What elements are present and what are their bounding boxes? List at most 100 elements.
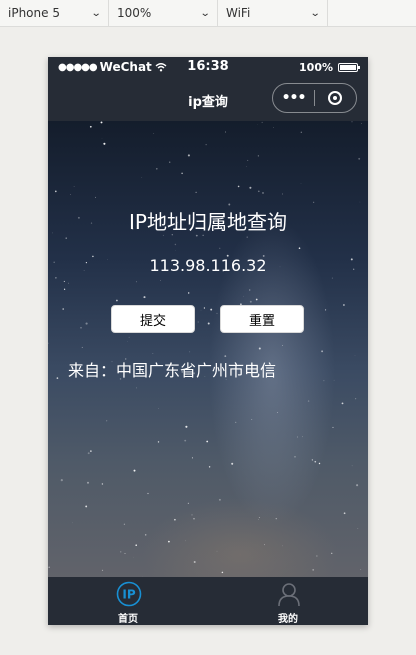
star	[184, 439, 187, 442]
star	[128, 336, 130, 338]
star	[195, 191, 197, 194]
star	[342, 304, 345, 306]
star	[95, 196, 96, 198]
star	[153, 133, 155, 134]
more-button[interactable]: •••	[273, 90, 314, 106]
star	[155, 167, 158, 170]
tab-home-label: 首页	[118, 614, 138, 625]
star	[225, 131, 226, 133]
star	[90, 450, 92, 452]
star	[258, 347, 261, 350]
star	[275, 518, 277, 520]
star	[181, 172, 183, 175]
star	[205, 144, 207, 146]
star	[101, 569, 104, 571]
star	[294, 455, 296, 458]
star	[70, 194, 71, 195]
capsule-menu: •••	[272, 83, 357, 113]
star	[80, 326, 82, 329]
star	[187, 502, 190, 504]
device-select-value: iPhone 5	[8, 6, 60, 20]
devtools-toolbar: iPhone 5 ⌄ 100% ⌄ WiFi ⌄	[0, 0, 416, 27]
star	[65, 237, 67, 239]
star	[231, 462, 234, 465]
star	[81, 346, 83, 348]
star	[141, 177, 143, 178]
star	[116, 299, 118, 302]
star	[313, 201, 315, 203]
star	[101, 483, 104, 485]
star	[174, 243, 177, 246]
star	[261, 121, 263, 123]
submit-button[interactable]: 提交	[111, 305, 195, 333]
star	[85, 322, 88, 325]
star	[72, 522, 73, 524]
star	[333, 379, 335, 381]
star	[237, 185, 240, 188]
chevron-down-icon: ⌄	[199, 7, 211, 19]
star	[63, 280, 65, 282]
star	[276, 412, 278, 413]
zoom-select[interactable]: 100% ⌄	[109, 0, 218, 26]
star	[325, 309, 327, 311]
device-select[interactable]: iPhone 5 ⌄	[0, 0, 109, 26]
star	[251, 419, 253, 420]
star	[152, 353, 154, 354]
star	[356, 484, 359, 487]
star	[208, 466, 211, 468]
star	[158, 408, 159, 409]
star	[249, 300, 252, 303]
star	[193, 561, 196, 563]
status-bar: ●●●●● WeChat 16:38 100%	[48, 57, 368, 79]
star	[258, 517, 260, 518]
star	[55, 277, 57, 279]
star	[281, 344, 283, 346]
star	[246, 236, 248, 238]
star	[207, 322, 210, 325]
battery-percent: 100%	[299, 61, 333, 74]
star	[351, 121, 353, 123]
star	[103, 142, 106, 145]
star	[193, 518, 195, 520]
star	[147, 492, 149, 495]
star	[197, 321, 199, 323]
starry-sky-background	[48, 121, 362, 577]
star	[316, 555, 318, 557]
star	[351, 465, 353, 467]
battery-icon	[338, 63, 360, 72]
star	[124, 553, 126, 555]
star	[302, 436, 303, 438]
close-button[interactable]	[315, 91, 356, 105]
chevron-down-icon: ⌄	[90, 7, 102, 19]
star	[359, 201, 361, 203]
star	[169, 161, 171, 163]
star	[168, 540, 170, 543]
star	[218, 498, 221, 501]
star	[188, 292, 190, 294]
star	[123, 523, 126, 525]
ip-address-display: 113.98.116.32	[149, 256, 267, 275]
tab-home[interactable]: IP 首页	[48, 577, 208, 625]
star	[87, 452, 90, 455]
star	[210, 308, 213, 311]
network-select[interactable]: WiFi ⌄	[218, 0, 328, 26]
star	[203, 307, 206, 309]
star	[73, 186, 75, 187]
star	[307, 400, 310, 402]
ip-icon: IP	[116, 581, 142, 607]
star	[185, 425, 188, 428]
star	[157, 441, 160, 443]
star	[243, 295, 244, 297]
star	[85, 505, 88, 508]
star	[48, 566, 50, 568]
star	[300, 131, 302, 133]
star	[144, 534, 147, 536]
main-content: IP地址归属地查询 113.98.116.32 提交 重置 来自：中国广东省广州…	[48, 121, 368, 577]
star	[323, 380, 325, 382]
star	[247, 159, 249, 161]
star	[219, 247, 221, 249]
star	[100, 121, 103, 124]
star	[120, 551, 122, 553]
tab-mine[interactable]: 我的	[208, 577, 368, 625]
reset-button[interactable]: 重置	[220, 305, 304, 333]
